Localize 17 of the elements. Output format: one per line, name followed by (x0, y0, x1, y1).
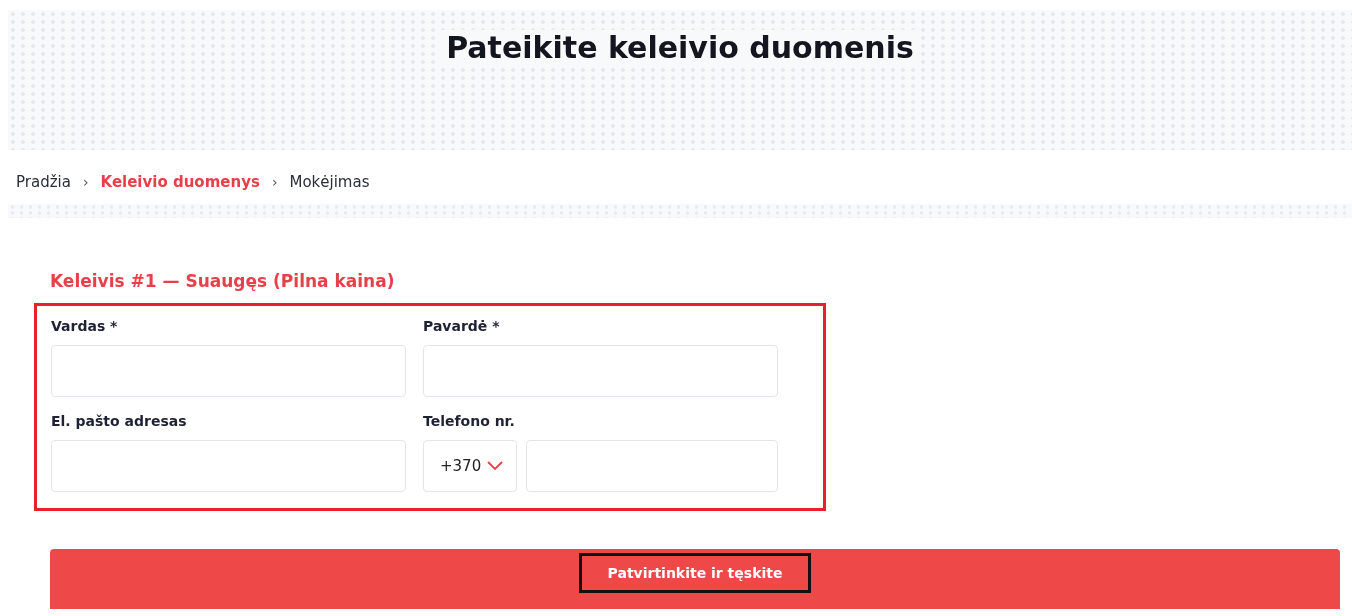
breadcrumb-link[interactable]: Mokėjimas (289, 173, 370, 191)
text-input-field[interactable] (51, 345, 406, 397)
field-label: El. pašto adresas (51, 413, 188, 429)
chevron-down-icon (487, 461, 504, 471)
passenger-heading: Keleivis #1 — Suaugęs (Pilna kaina) (50, 271, 396, 291)
breadcrumb-link[interactable]: Keleivio duomenys (100, 173, 260, 191)
submit-button[interactable]: Patvirtinkite ir tęskite (578, 553, 812, 593)
breadcrumb-separator: › (82, 174, 89, 190)
field-label: Telefono nr. (423, 413, 516, 429)
phone-input-field[interactable] (526, 440, 778, 492)
text-input-field[interactable] (51, 440, 406, 492)
country-code-dropdown[interactable]: +370 (423, 440, 517, 492)
field-label: Pavardė * (423, 318, 501, 334)
field-label: Vardas * (51, 318, 119, 334)
breadcrumb-link[interactable]: Pradžia (16, 173, 71, 191)
text-input-field[interactable] (423, 345, 778, 397)
breadcrumb-separator: › (271, 174, 278, 190)
